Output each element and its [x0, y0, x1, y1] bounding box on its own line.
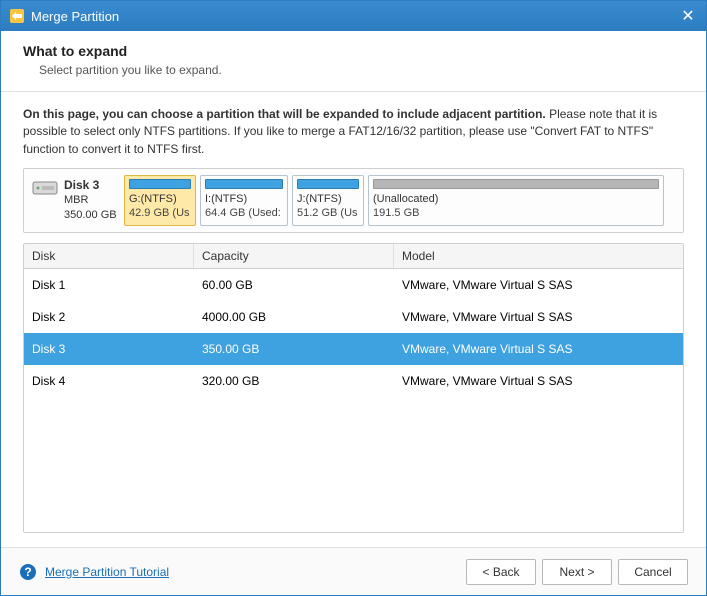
table-row[interactable]: Disk 3350.00 GBVMware, VMware Virtual S … [24, 333, 683, 365]
cell-capacity: 60.00 GB [194, 269, 394, 301]
partition-label: G:(NTFS) [129, 192, 191, 206]
cell-disk: Disk 2 [24, 301, 194, 333]
titlebar: Merge Partition ✕ [1, 1, 706, 31]
cell-disk: Disk 3 [24, 333, 194, 365]
partition-size: 64.4 GB (Used: [205, 206, 283, 220]
partition-block[interactable]: G:(NTFS)42.9 GB (Us [124, 175, 196, 226]
th-disk[interactable]: Disk [24, 244, 194, 268]
hdd-icon [32, 179, 58, 197]
desc-bold: On this page, you can choose a partition… [23, 107, 546, 121]
partition-strip: G:(NTFS)42.9 GB (UsI:(NTFS)64.4 GB (Used… [124, 175, 677, 226]
cancel-button[interactable]: Cancel [618, 559, 688, 585]
disk-name: Disk 3 [64, 177, 117, 193]
wizard-header: What to expand Select partition you like… [1, 31, 706, 92]
partition-label: (Unallocated) [373, 192, 659, 206]
partition-usage-bar [129, 179, 191, 189]
th-model[interactable]: Model [394, 244, 683, 268]
partition-usage-bar [297, 179, 359, 189]
help-icon: ? [19, 563, 37, 581]
disk-size: 350.00 GB [64, 208, 117, 223]
cell-capacity: 4000.00 GB [194, 301, 394, 333]
cell-disk: Disk 1 [24, 269, 194, 301]
back-button[interactable]: < Back [466, 559, 536, 585]
cell-model: VMware, VMware Virtual S SAS [394, 333, 683, 365]
window-title: Merge Partition [31, 9, 119, 24]
page-subheading: Select partition you like to expand. [23, 63, 684, 77]
disk-info: Disk 3 MBR 350.00 GB [32, 175, 118, 226]
table-row[interactable]: Disk 160.00 GBVMware, VMware Virtual S S… [24, 269, 683, 301]
close-button[interactable]: ✕ [678, 6, 698, 26]
partition-size: 191.5 GB [373, 206, 659, 220]
cell-disk: Disk 4 [24, 365, 194, 397]
partition-block[interactable]: (Unallocated)191.5 GB [368, 175, 664, 226]
wizard-footer: ? Merge Partition Tutorial < Back Next >… [1, 547, 706, 595]
disk-scheme: MBR [64, 193, 117, 208]
cell-model: VMware, VMware Virtual S SAS [394, 301, 683, 333]
next-button[interactable]: Next > [542, 559, 612, 585]
disk-table: Disk Capacity Model Disk 160.00 GBVMware… [23, 243, 684, 533]
cell-capacity: 350.00 GB [194, 333, 394, 365]
cell-model: VMware, VMware Virtual S SAS [394, 365, 683, 397]
partition-size: 42.9 GB (Us [129, 206, 191, 220]
cell-model: VMware, VMware Virtual S SAS [394, 269, 683, 301]
page-description: On this page, you can choose a partition… [23, 106, 684, 158]
cell-capacity: 320.00 GB [194, 365, 394, 397]
th-capacity[interactable]: Capacity [194, 244, 394, 268]
app-icon [9, 8, 25, 24]
tutorial-link[interactable]: Merge Partition Tutorial [45, 565, 169, 579]
table-row[interactable]: Disk 4320.00 GBVMware, VMware Virtual S … [24, 365, 683, 397]
partition-block[interactable]: I:(NTFS)64.4 GB (Used: [200, 175, 288, 226]
page-heading: What to expand [23, 43, 684, 59]
partition-block[interactable]: J:(NTFS)51.2 GB (Us [292, 175, 364, 226]
partition-label: I:(NTFS) [205, 192, 283, 206]
partition-usage-bar [373, 179, 659, 189]
table-body: Disk 160.00 GBVMware, VMware Virtual S S… [24, 269, 683, 397]
svg-text:?: ? [24, 565, 31, 579]
partition-label: J:(NTFS) [297, 192, 359, 206]
disk-layout-box: Disk 3 MBR 350.00 GB G:(NTFS)42.9 GB (Us… [23, 168, 684, 233]
partition-usage-bar [205, 179, 283, 189]
table-row[interactable]: Disk 24000.00 GBVMware, VMware Virtual S… [24, 301, 683, 333]
table-header: Disk Capacity Model [24, 244, 683, 269]
partition-size: 51.2 GB (Us [297, 206, 359, 220]
